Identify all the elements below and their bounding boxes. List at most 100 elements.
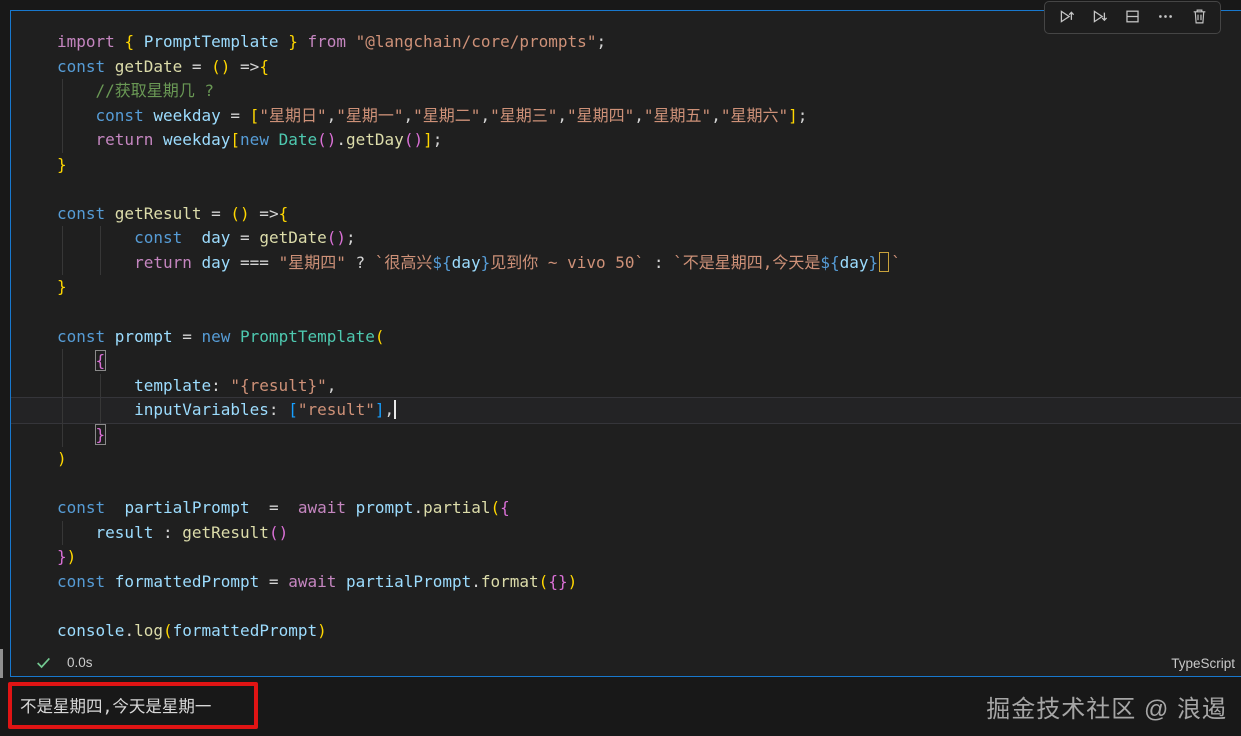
- code-line[interactable]: result : getResult(): [11, 520, 1241, 546]
- code-token: "@langchain/core/prompts": [355, 32, 597, 51]
- code-token: ;: [797, 105, 808, 125]
- delete-cell-icon: [1191, 8, 1208, 30]
- unicode-highlight-box: [879, 251, 890, 272]
- more-actions-icon: [1157, 8, 1174, 30]
- split-cell-button[interactable]: [1121, 7, 1145, 30]
- more-actions-button[interactable]: [1154, 7, 1178, 30]
- code-line[interactable]: {: [11, 349, 1241, 374]
- execute-below-button[interactable]: [1087, 7, 1111, 30]
- code-token: const: [57, 326, 115, 346]
- code-token: `: [891, 252, 901, 272]
- code-token: ]: [788, 105, 798, 125]
- code-token: "星期五": [643, 105, 712, 125]
- code-token: day: [201, 228, 231, 248]
- cell-toolbar: [1044, 1, 1221, 34]
- code-line[interactable]: }: [11, 153, 1241, 178]
- code-token: await: [288, 572, 346, 592]
- code-token: partialPrompt: [124, 498, 250, 518]
- code-line[interactable]: const partialPrompt = await prompt.parti…: [11, 496, 1241, 521]
- code-token: ): [567, 572, 578, 592]
- code-token: prompt: [114, 326, 173, 346]
- code-token: partial: [423, 498, 491, 518]
- code-token: const: [57, 572, 115, 592]
- code-token: =: [182, 56, 212, 76]
- cell-language-badge[interactable]: TypeScript: [1171, 656, 1235, 671]
- code-token: (: [538, 572, 549, 592]
- code-token: "result": [297, 400, 375, 420]
- code-line[interactable]: [11, 177, 1241, 202]
- execute-above-button[interactable]: [1054, 7, 1078, 30]
- code-token: ,: [403, 105, 414, 125]
- code-token: [: [249, 105, 260, 125]
- code-token: =: [259, 572, 289, 592]
- code-line[interactable]: }: [11, 275, 1241, 300]
- red-annotation-box: [8, 682, 258, 729]
- code-token: =: [201, 203, 231, 223]
- code-line[interactable]: [11, 595, 1241, 620]
- code-line[interactable]: return day === "星期四" ? `很高兴${day}见到你 ~ v…: [11, 250, 1241, 276]
- code-editor[interactable]: import { PromptTemplate } from "@langcha…: [11, 30, 1241, 644]
- code-token: {}: [548, 572, 568, 592]
- code-token: ,: [557, 105, 567, 125]
- code-token: import: [57, 32, 125, 51]
- code-token: }: [278, 32, 298, 51]
- code-token: inputVariables: [134, 400, 269, 420]
- code-line[interactable]: const day = getDate();: [11, 226, 1241, 251]
- code-line[interactable]: ): [11, 447, 1241, 472]
- code-lines: import { PromptTemplate } from "@langcha…: [11, 30, 1241, 644]
- code-line[interactable]: const prompt = new PromptTemplate(: [11, 325, 1241, 350]
- code-line[interactable]: template: "{result}",: [11, 373, 1241, 399]
- code-line[interactable]: }: [11, 422, 1241, 448]
- code-token: .: [124, 621, 135, 641]
- code-line[interactable]: [11, 472, 1241, 497]
- indent-guide: [61, 398, 63, 423]
- code-line[interactable]: const formattedPrompt = await partialPro…: [11, 570, 1241, 595]
- code-line[interactable]: //获取星期几 ?: [11, 79, 1241, 104]
- code-token: format: [480, 572, 539, 592]
- delete-cell-button[interactable]: [1187, 7, 1211, 30]
- code-token: day: [451, 252, 481, 272]
- code-token: ): [317, 621, 327, 641]
- code-token: PromptTemplate: [143, 32, 279, 51]
- indent-guide: [61, 250, 63, 276]
- indent-guide: [61, 349, 63, 374]
- indent-guide: [100, 398, 102, 423]
- execution-time: 0.0s: [67, 655, 93, 670]
- code-token: return: [95, 130, 163, 150]
- code-token: =: [249, 498, 298, 518]
- code-token: {: [94, 350, 107, 372]
- code-line[interactable]: const weekday = ["星期日","星期一","星期二","星期三"…: [11, 103, 1241, 129]
- code-line[interactable]: [11, 300, 1241, 325]
- code-line[interactable]: inputVariables: ["result"],: [11, 398, 1241, 423]
- code-token: `不是星期四,今天是: [673, 252, 821, 272]
- code-line[interactable]: const getDate = () =>{: [11, 55, 1241, 80]
- code-token: //获取星期几 ?: [95, 81, 215, 101]
- code-line[interactable]: return weekday[new Date().getDay()];: [11, 128, 1241, 153]
- code-token: ): [57, 449, 67, 469]
- code-line[interactable]: }): [11, 545, 1241, 570]
- code-token: ): [66, 547, 77, 567]
- code-token: getDate: [114, 56, 183, 76]
- code-token: "星期四": [567, 105, 635, 125]
- code-token: getDate: [259, 228, 327, 248]
- text-cursor: [394, 400, 397, 420]
- indent-guide: [61, 520, 63, 546]
- code-token: const: [95, 105, 154, 125]
- code-token: =: [172, 326, 202, 346]
- code-token: weekday: [153, 105, 221, 125]
- scrollbar-fragment[interactable]: [0, 649, 3, 680]
- notebook-cell[interactable]: import { PromptTemplate } from "@langcha…: [10, 1, 1241, 677]
- indent-guide: [61, 79, 63, 104]
- code-token: new: [240, 130, 279, 150]
- code-token: partialPrompt: [346, 572, 472, 592]
- code-line[interactable]: const getResult = () =>{: [11, 202, 1241, 227]
- code-token: "星期三": [490, 105, 558, 125]
- code-token: (): [326, 228, 347, 248]
- code-token: day: [201, 252, 231, 272]
- success-check-icon: [35, 654, 52, 671]
- code-line[interactable]: console.log(formattedPrompt): [11, 619, 1241, 644]
- code-token: }: [480, 252, 491, 272]
- code-token: ===: [230, 252, 279, 272]
